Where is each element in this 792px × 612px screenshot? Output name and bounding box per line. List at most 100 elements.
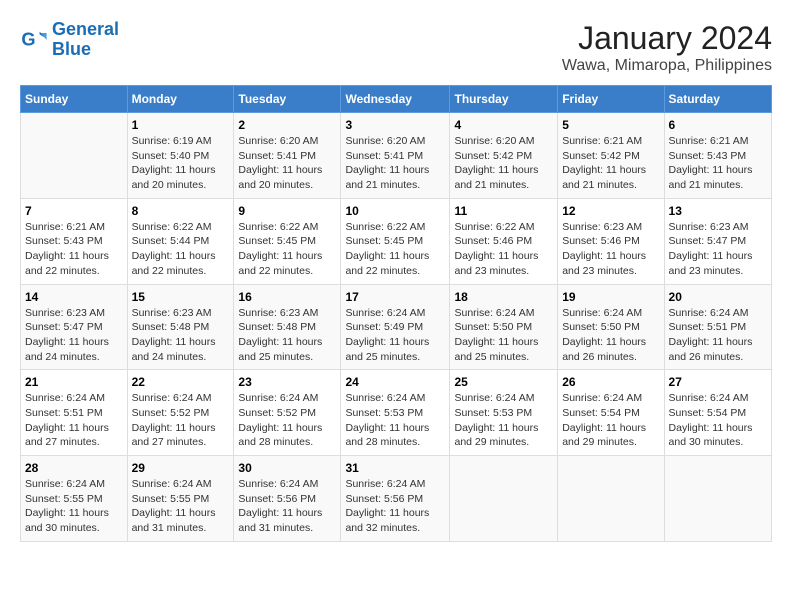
day-number: 14	[25, 290, 123, 304]
day-info: Sunrise: 6:21 AMSunset: 5:43 PMDaylight:…	[669, 134, 767, 193]
calendar-cell: 22Sunrise: 6:24 AMSunset: 5:52 PMDayligh…	[127, 370, 234, 456]
calendar-body: 1Sunrise: 6:19 AMSunset: 5:40 PMDaylight…	[21, 113, 772, 542]
day-number: 29	[132, 461, 230, 475]
day-info: Sunrise: 6:21 AMSunset: 5:42 PMDaylight:…	[562, 134, 659, 193]
day-info: Sunrise: 6:22 AMSunset: 5:44 PMDaylight:…	[132, 220, 230, 279]
calendar-cell	[664, 456, 771, 542]
day-info: Sunrise: 6:22 AMSunset: 5:45 PMDaylight:…	[238, 220, 336, 279]
day-number: 26	[562, 375, 659, 389]
calendar-cell: 10 Sunrise: 6:22 AMSunset: 5:45 PMDayligh…	[341, 198, 450, 284]
day-number: 12	[562, 204, 659, 218]
calendar-cell: 5 Sunrise: 6:21 AMSunset: 5:42 PMDaylight…	[558, 113, 664, 199]
day-info: Sunrise: 6:22 AMSunset: 5:46 PMDaylight:…	[454, 220, 553, 279]
day-number: 11	[454, 204, 553, 218]
weekday-header-row: SundayMondayTuesdayWednesdayThursdayFrid…	[21, 86, 772, 113]
day-info: Sunrise: 6:24 AMSunset: 5:50 PMDaylight:…	[454, 306, 553, 365]
day-info: Sunrise: 6:21 AMSunset: 5:43 PMDaylight:…	[25, 220, 123, 279]
day-number: 17	[345, 290, 445, 304]
day-info: Sunrise: 6:23 AMSunset: 5:48 PMDaylight:…	[132, 306, 230, 365]
day-number: 23	[238, 375, 336, 389]
day-info: Sunrise: 6:20 AMSunset: 5:42 PMDaylight:…	[454, 134, 553, 193]
calendar-cell: 29 Sunrise: 6:24 AMSunset: 5:55 PMDayligh…	[127, 456, 234, 542]
day-number: 15	[132, 290, 230, 304]
page-header: G General Blue January 2024 Wawa, Mimaro…	[20, 20, 772, 75]
calendar-cell: 21 Sunrise: 6:24 AMSunset: 5:51 PMDayligh…	[21, 370, 128, 456]
svg-text:G: G	[21, 29, 35, 49]
calendar-cell: 25 Sunrise: 6:24 AMSunset: 5:53 PMDayligh…	[450, 370, 558, 456]
calendar-cell: 20Sunrise: 6:24 AMSunset: 5:51 PMDayligh…	[664, 284, 771, 370]
calendar-cell: 7 Sunrise: 6:21 AMSunset: 5:43 PMDaylight…	[21, 198, 128, 284]
day-info: Sunrise: 6:24 AMSunset: 5:55 PMDaylight:…	[132, 477, 230, 536]
day-number: 28	[25, 461, 123, 475]
day-number: 16	[238, 290, 336, 304]
calendar-cell: 2Sunrise: 6:20 AMSunset: 5:41 PMDaylight…	[234, 113, 341, 199]
day-info: Sunrise: 6:23 AMSunset: 5:47 PMDaylight:…	[669, 220, 767, 279]
weekday-header-monday: Monday	[127, 86, 234, 113]
day-number: 7	[25, 204, 123, 218]
calendar-cell: 31Sunrise: 6:24 AMSunset: 5:56 PMDayligh…	[341, 456, 450, 542]
day-number: 6	[669, 118, 767, 132]
calendar-cell: 13 Sunrise: 6:23 AMSunset: 5:47 PMDayligh…	[664, 198, 771, 284]
day-number: 27	[669, 375, 767, 389]
calendar-cell: 27 Sunrise: 6:24 AMSunset: 5:54 PMDayligh…	[664, 370, 771, 456]
day-info: Sunrise: 6:20 AMSunset: 5:41 PMDaylight:…	[345, 134, 445, 193]
calendar-cell: 18 Sunrise: 6:24 AMSunset: 5:50 PMDayligh…	[450, 284, 558, 370]
calendar-cell: 14 Sunrise: 6:23 AMSunset: 5:47 PMDayligh…	[21, 284, 128, 370]
day-number: 9	[238, 204, 336, 218]
calendar-cell: 26 Sunrise: 6:24 AMSunset: 5:54 PMDayligh…	[558, 370, 664, 456]
day-info: Sunrise: 6:24 AMSunset: 5:54 PMDaylight:…	[669, 391, 767, 450]
calendar-cell: 30Sunrise: 6:24 AMSunset: 5:56 PMDayligh…	[234, 456, 341, 542]
day-info: Sunrise: 6:24 AMSunset: 5:51 PMDaylight:…	[25, 391, 123, 450]
day-info: Sunrise: 6:24 AMSunset: 5:53 PMDaylight:…	[454, 391, 553, 450]
day-number: 8	[132, 204, 230, 218]
calendar-cell: 23 Sunrise: 6:24 AMSunset: 5:52 PMDayligh…	[234, 370, 341, 456]
day-number: 18	[454, 290, 553, 304]
day-number: 1	[132, 118, 230, 132]
calendar-cell: 8 Sunrise: 6:22 AMSunset: 5:44 PMDaylight…	[127, 198, 234, 284]
day-info: Sunrise: 6:24 AMSunset: 5:55 PMDaylight:…	[25, 477, 123, 536]
day-number: 30	[238, 461, 336, 475]
calendar-cell	[450, 456, 558, 542]
day-info: Sunrise: 6:24 AMSunset: 5:54 PMDaylight:…	[562, 391, 659, 450]
calendar-week-row: 28 Sunrise: 6:24 AMSunset: 5:55 PMDayligh…	[21, 456, 772, 542]
day-number: 10	[345, 204, 445, 218]
day-info: Sunrise: 6:23 AMSunset: 5:46 PMDaylight:…	[562, 220, 659, 279]
day-number: 25	[454, 375, 553, 389]
day-number: 19	[562, 290, 659, 304]
calendar-cell: 24Sunrise: 6:24 AMSunset: 5:53 PMDayligh…	[341, 370, 450, 456]
day-info: Sunrise: 6:24 AMSunset: 5:50 PMDaylight:…	[562, 306, 659, 365]
calendar-cell: 12 Sunrise: 6:23 AMSunset: 5:46 PMDayligh…	[558, 198, 664, 284]
weekday-header-saturday: Saturday	[664, 86, 771, 113]
calendar-cell: 6 Sunrise: 6:21 AMSunset: 5:43 PMDaylight…	[664, 113, 771, 199]
calendar-week-row: 14 Sunrise: 6:23 AMSunset: 5:47 PMDayligh…	[21, 284, 772, 370]
calendar-cell: 9 Sunrise: 6:22 AMSunset: 5:45 PMDaylight…	[234, 198, 341, 284]
weekday-header-friday: Friday	[558, 86, 664, 113]
day-number: 5	[562, 118, 659, 132]
calendar-title: January 2024	[562, 20, 772, 57]
logo-icon: G	[20, 26, 48, 54]
calendar-week-row: 7 Sunrise: 6:21 AMSunset: 5:43 PMDaylight…	[21, 198, 772, 284]
calendar-week-row: 1Sunrise: 6:19 AMSunset: 5:40 PMDaylight…	[21, 113, 772, 199]
day-number: 13	[669, 204, 767, 218]
calendar-cell	[558, 456, 664, 542]
day-number: 24	[345, 375, 445, 389]
logo-line2: Blue	[52, 40, 119, 60]
day-number: 4	[454, 118, 553, 132]
calendar-cell: 17Sunrise: 6:24 AMSunset: 5:49 PMDayligh…	[341, 284, 450, 370]
day-number: 31	[345, 461, 445, 475]
title-block: January 2024 Wawa, Mimaropa, Philippines	[562, 20, 772, 75]
calendar-cell: 1Sunrise: 6:19 AMSunset: 5:40 PMDaylight…	[127, 113, 234, 199]
logo: G General Blue	[20, 20, 119, 60]
calendar-cell: 28 Sunrise: 6:24 AMSunset: 5:55 PMDayligh…	[21, 456, 128, 542]
calendar-cell: 11 Sunrise: 6:22 AMSunset: 5:46 PMDayligh…	[450, 198, 558, 284]
day-info: Sunrise: 6:24 AMSunset: 5:52 PMDaylight:…	[238, 391, 336, 450]
calendar-cell: 3Sunrise: 6:20 AMSunset: 5:41 PMDaylight…	[341, 113, 450, 199]
day-info: Sunrise: 6:23 AMSunset: 5:48 PMDaylight:…	[238, 306, 336, 365]
calendar-table: SundayMondayTuesdayWednesdayThursdayFrid…	[20, 85, 772, 542]
calendar-cell: 4 Sunrise: 6:20 AMSunset: 5:42 PMDaylight…	[450, 113, 558, 199]
day-info: Sunrise: 6:23 AMSunset: 5:47 PMDaylight:…	[25, 306, 123, 365]
calendar-cell	[21, 113, 128, 199]
day-number: 20	[669, 290, 767, 304]
day-number: 21	[25, 375, 123, 389]
day-info: Sunrise: 6:22 AMSunset: 5:45 PMDaylight:…	[345, 220, 445, 279]
